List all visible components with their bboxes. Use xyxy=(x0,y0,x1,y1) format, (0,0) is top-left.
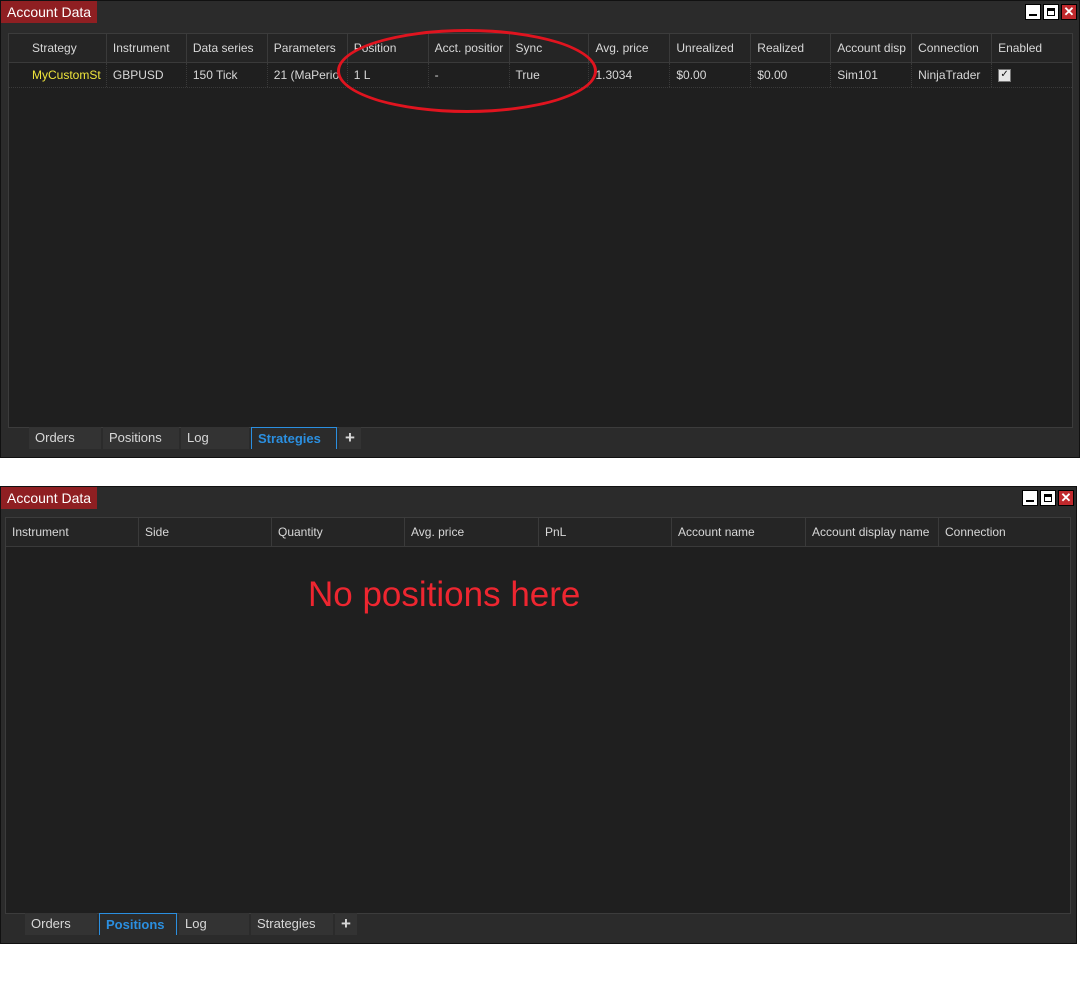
column-header-account-name[interactable]: Account name xyxy=(672,518,806,546)
column-header-unrealized[interactable]: Unrealized xyxy=(670,34,752,62)
column-header-account-display-name[interactable]: Account display name xyxy=(806,518,939,546)
tab-log[interactable]: Log xyxy=(179,913,249,935)
cell-position: 1 L xyxy=(348,63,429,87)
column-header-connection[interactable]: Connection xyxy=(912,34,993,62)
column-header-pnl[interactable]: PnL xyxy=(539,518,672,546)
tab-strategies[interactable]: Strategies xyxy=(251,427,337,449)
cell-instrument: GBPUSD xyxy=(107,63,187,87)
cell-avg-price: 1.3034 xyxy=(589,63,671,87)
maximize-icon[interactable] xyxy=(1043,4,1059,20)
column-header-instrument[interactable]: Instrument xyxy=(107,34,187,62)
grid-header: Instrument Side Quantity Avg. price PnL … xyxy=(6,518,1070,547)
minimize-icon[interactable] xyxy=(1025,4,1041,20)
tab-bar: Orders Positions Log Strategies + xyxy=(25,913,357,935)
cell-enabled: ✓ xyxy=(992,63,1072,87)
grid-header: Strategy Instrument Data series Paramete… xyxy=(9,34,1072,63)
title-bar[interactable]: Account Data ✕ xyxy=(1,487,1076,509)
tab-log[interactable]: Log xyxy=(181,427,249,449)
tab-strategies[interactable]: Strategies xyxy=(251,913,333,935)
tab-positions[interactable]: Positions xyxy=(99,913,177,935)
tab-orders[interactable]: Orders xyxy=(29,427,101,449)
checkbox-checked-icon[interactable]: ✓ xyxy=(998,69,1012,83)
column-header-instrument[interactable]: Instrument xyxy=(6,518,139,546)
column-header-realized[interactable]: Realized xyxy=(751,34,832,62)
cell-parameters: 21 (MaPerio xyxy=(268,63,348,87)
tab-orders[interactable]: Orders xyxy=(25,913,97,935)
tab-positions[interactable]: Positions xyxy=(103,427,179,449)
column-header-data-series[interactable]: Data series xyxy=(187,34,268,62)
column-header-avg-price[interactable]: Avg. price xyxy=(589,34,671,62)
column-header-quantity[interactable]: Quantity xyxy=(272,518,405,546)
column-header-sync[interactable]: Sync xyxy=(510,34,590,62)
cell-unrealized: $0.00 xyxy=(670,63,752,87)
tab-bar: Orders Positions Log Strategies + xyxy=(29,427,361,449)
column-header-avg-price[interactable]: Avg. price xyxy=(405,518,539,546)
close-icon[interactable]: ✕ xyxy=(1058,490,1074,506)
window-title: Account Data xyxy=(1,487,98,509)
column-header-connection[interactable]: Connection xyxy=(939,518,1070,546)
maximize-icon[interactable] xyxy=(1040,490,1056,506)
minimize-icon[interactable] xyxy=(1022,490,1038,506)
column-header-position[interactable]: Position xyxy=(348,34,429,62)
cell-strategy: MyCustomSt xyxy=(9,63,107,87)
cell-realized: $0.00 xyxy=(751,63,832,87)
window-title: Account Data xyxy=(1,1,98,23)
close-icon[interactable]: ✕ xyxy=(1061,4,1077,20)
strategies-grid: Strategy Instrument Data series Paramete… xyxy=(8,33,1073,428)
title-bar[interactable]: Account Data ✕ xyxy=(1,1,1079,23)
table-row[interactable]: MyCustomSt GBPUSD 150 Tick 21 (MaPerio 1… xyxy=(9,63,1072,88)
cell-data-series: 150 Tick xyxy=(187,63,268,87)
cell-sync: True xyxy=(510,63,590,87)
account-data-window-positions: Account Data ✕ Instrument Side Quantity … xyxy=(0,486,1077,944)
cell-acct-position: - xyxy=(429,63,510,87)
cell-account-display: Sim101 xyxy=(831,63,913,87)
annotation-text: No positions here xyxy=(308,575,581,614)
column-header-account-display[interactable]: Account disp xyxy=(831,34,913,62)
column-header-side[interactable]: Side xyxy=(139,518,272,546)
column-header-acct-position[interactable]: Acct. positior xyxy=(429,34,510,62)
cell-connection: NinjaTrader xyxy=(912,63,993,87)
plus-icon[interactable]: + xyxy=(335,913,357,935)
column-header-enabled[interactable]: Enabled xyxy=(992,34,1072,62)
plus-icon[interactable]: + xyxy=(339,427,361,449)
column-header-parameters[interactable]: Parameters xyxy=(268,34,348,62)
column-header-strategy[interactable]: Strategy xyxy=(9,34,107,62)
account-data-window-strategies: Account Data ✕ Strategy Instrument Data … xyxy=(0,0,1080,458)
